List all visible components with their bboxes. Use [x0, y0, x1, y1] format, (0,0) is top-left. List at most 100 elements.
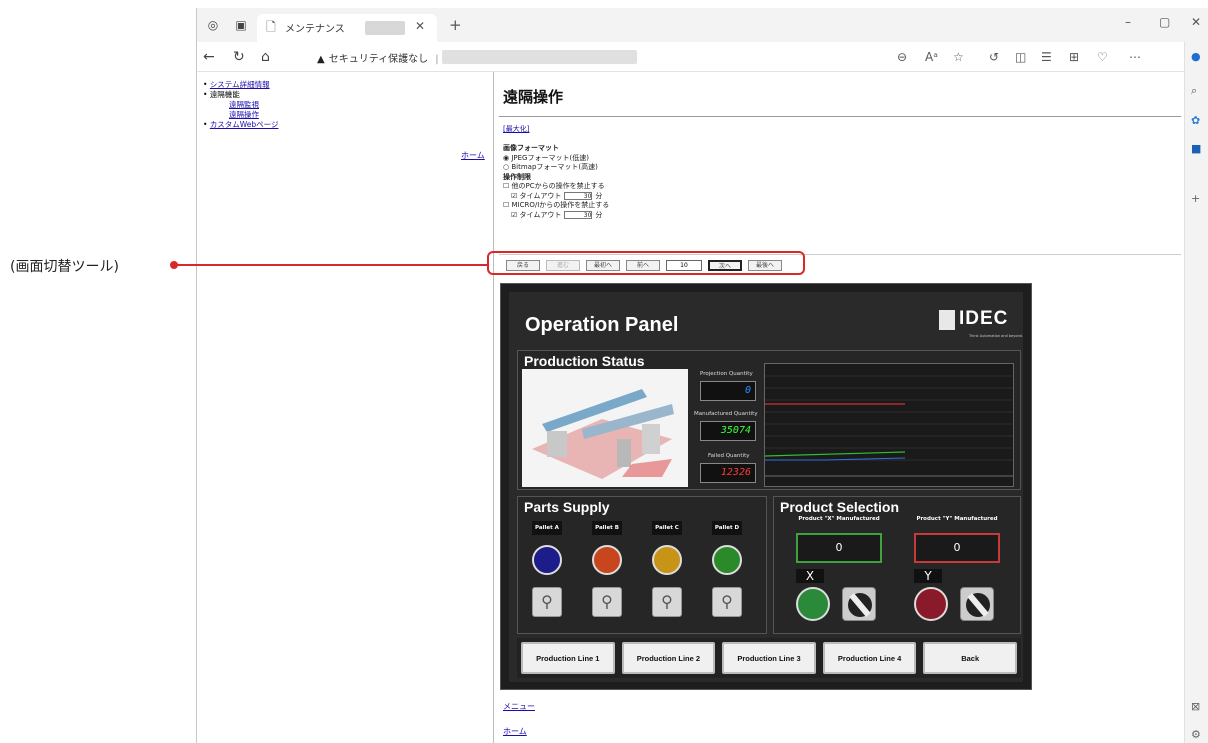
home-link[interactable]: ホーム — [503, 726, 527, 737]
production-line-2-button[interactable]: Production Line 2 — [621, 642, 716, 674]
product-x-selector-icon[interactable] — [842, 587, 876, 621]
hmi-panel: Operation Panel IDEC Think Automation an… — [509, 292, 1023, 682]
more-icon[interactable]: ⋯ — [1129, 50, 1141, 64]
pallet-a-key-icon[interactable]: ⚲ — [532, 587, 562, 617]
maximize-icon[interactable]: ▢ — [1159, 15, 1170, 29]
page-icon: 🗋 — [266, 19, 276, 34]
nav-item-remote-monitor[interactable]: 遠隔監視 — [203, 100, 279, 110]
control-heading: 操作制限 — [503, 172, 531, 181]
maximize-link[interactable]: [最大化] — [503, 124, 529, 134]
radio-unchecked-icon: ○ — [503, 163, 512, 171]
jpeg-radio[interactable]: ◉ JPEGフォーマット(低速) — [503, 154, 609, 164]
workspaces-icon[interactable]: ◎ — [205, 17, 221, 33]
pallet-c-key-icon[interactable]: ⚲ — [652, 587, 682, 617]
jpeg-label: JPEGフォーマット(低速) — [511, 153, 589, 162]
tab-title-redacted — [365, 21, 405, 35]
minimize-icon[interactable]: – — [1125, 15, 1131, 29]
menu-link[interactable]: メニュー — [503, 701, 535, 712]
tab-actions-icon[interactable]: ▣ — [233, 17, 249, 33]
active-tab[interactable]: 🗋 メンテナンス ✕ — [257, 14, 437, 42]
nav-label: 遠隔機能 — [209, 90, 240, 99]
copilot-icon[interactable]: ● — [1191, 50, 1201, 63]
nav-link[interactable]: システム詳細情報 — [210, 80, 270, 89]
hmi-back-button[interactable]: Back — [923, 642, 1017, 674]
projection-value: 0 — [700, 381, 756, 401]
collections-icon[interactable]: ⊞ — [1069, 50, 1079, 64]
x-label: X — [796, 569, 824, 583]
page-title: 遠隔操作 — [503, 88, 564, 106]
image-format-heading: 画像フォーマット — [503, 144, 559, 152]
product-y-count: 0 — [914, 533, 1000, 563]
timeout-input[interactable]: 30 — [564, 192, 593, 201]
timeout-unit: 分 — [595, 191, 603, 200]
url-redacted[interactable] — [442, 50, 637, 64]
image-format-section: 画像フォーマット ◉ JPEGフォーマット(低速) ○ Bitmapフォーマット… — [503, 144, 609, 220]
pallet-a-lamp — [532, 545, 562, 575]
hmi-screen[interactable]: Operation Panel IDEC Think Automation an… — [500, 283, 1032, 690]
pallet-b-key-icon[interactable]: ⚲ — [592, 587, 622, 617]
micro-timeout-row: ☑ タイムアウト 30 分 — [503, 211, 609, 221]
micro-block-label: MICRO/Iからの操作を禁止する — [511, 201, 610, 209]
home-link[interactable]: ホーム — [461, 150, 485, 161]
search-icon[interactable]: ⌕ — [1191, 84, 1197, 98]
split-screen-icon[interactable]: ◫ — [1015, 50, 1026, 64]
screenshot-icon[interactable]: ⊠ — [1191, 700, 1200, 713]
performance-icon[interactable]: ♡ — [1097, 50, 1108, 64]
production-line-4-button[interactable]: Production Line 4 — [822, 642, 917, 674]
nav-list: • システム詳細情報 • 遠隔機能 遠隔監視 遠隔操作 • カスタムWebページ — [203, 80, 279, 130]
nav-link[interactable]: 遠隔操作 — [229, 110, 259, 119]
product-x-button[interactable] — [796, 587, 830, 621]
security-indicator[interactable]: ▲ セキュリティ保護なし | — [317, 50, 439, 65]
security-text: セキュリティ保護なし — [328, 54, 429, 65]
address-bar: ← ↻ ⌂ ▲ セキュリティ保護なし | ⊖ Aᵃ ☆ ↺ ◫ ☰ ⊞ ♡ ⋯ — [197, 42, 1208, 72]
projection-label: Projection Quantity — [700, 371, 753, 377]
home-icon[interactable]: ⌂ — [261, 49, 270, 65]
trend-series — [764, 451, 906, 457]
nav-item-system-info[interactable]: • システム詳細情報 — [203, 80, 279, 90]
production-status-section: Production Status Projection Quantity 0 … — [517, 350, 1021, 490]
nav-item-custom-web[interactable]: • カスタムWebページ — [203, 120, 279, 130]
product-y-button[interactable] — [914, 587, 948, 621]
settings-gear-icon[interactable]: ⚙ — [1191, 728, 1201, 741]
trend-series — [765, 457, 906, 461]
checkbox-unchecked-icon: ☐ — [503, 201, 512, 209]
pallet-d-key-icon[interactable]: ⚲ — [712, 587, 742, 617]
production-line-3-button[interactable]: Production Line 3 — [722, 642, 816, 674]
micro-block-checkbox[interactable]: ☐ MICRO/Iからの操作を禁止する — [503, 201, 609, 211]
checkbox-checked-icon[interactable]: ☑ — [511, 192, 520, 202]
bitmap-radio[interactable]: ○ Bitmapフォーマット(高速) — [503, 163, 609, 173]
favorite-icon[interactable]: ☆ — [953, 50, 964, 64]
manufactured-label: Manufactured Quantity — [694, 411, 758, 417]
tab-close-icon[interactable]: ✕ — [415, 19, 425, 33]
product-y-selector-icon[interactable] — [960, 587, 994, 621]
tools-icon[interactable]: ✿ — [1191, 114, 1200, 127]
favorites-bar-icon[interactable]: ☰ — [1041, 50, 1052, 64]
pc-block-checkbox[interactable]: ☐ 他のPCからの操作を禁止する — [503, 182, 609, 192]
back-icon[interactable]: ← — [203, 49, 215, 65]
nav-item-remote-operation[interactable]: 遠隔操作 — [203, 110, 279, 120]
logo-mark — [939, 310, 955, 330]
screenshot-root: (画面切替ツール) ◎ ▣ 🗋 メンテナンス ✕ + – ▢ ✕ ← ↻ ⌂ ▲… — [0, 0, 1208, 743]
close-window-icon[interactable]: ✕ — [1191, 15, 1201, 29]
address-separator: | — [435, 54, 439, 65]
hmi-title: Operation Panel — [525, 314, 679, 336]
add-sidebar-icon[interactable]: + — [1191, 192, 1200, 205]
zoom-icon[interactable]: ⊖ — [897, 50, 907, 64]
refresh-icon[interactable]: ↻ — [233, 49, 245, 65]
pc-block-label: 他のPCからの操作を禁止する — [511, 182, 605, 190]
idec-logo: IDEC Think Automation and beyond. — [937, 308, 1031, 346]
new-tab-icon[interactable]: + — [449, 16, 462, 34]
nav-link[interactable]: 遠隔監視 — [229, 100, 259, 109]
nav-link[interactable]: カスタムWebページ — [210, 120, 279, 129]
timeout-label: タイムアウト — [519, 210, 562, 219]
production-line-1-button[interactable]: Production Line 1 — [521, 642, 615, 674]
y-label: Y — [914, 569, 942, 583]
factory-icon — [532, 389, 674, 479]
timeout-input[interactable]: 30 — [564, 211, 593, 220]
manufactured-value: 35074 — [700, 421, 756, 441]
extension-icon[interactable]: ↺ — [989, 50, 999, 64]
logo-tagline: Think Automation and beyond. — [969, 334, 1024, 338]
read-aloud-icon[interactable]: Aᵃ — [925, 50, 938, 64]
outlook-icon[interactable]: ■ — [1191, 142, 1201, 155]
checkbox-checked-icon[interactable]: ☑ — [511, 211, 520, 221]
